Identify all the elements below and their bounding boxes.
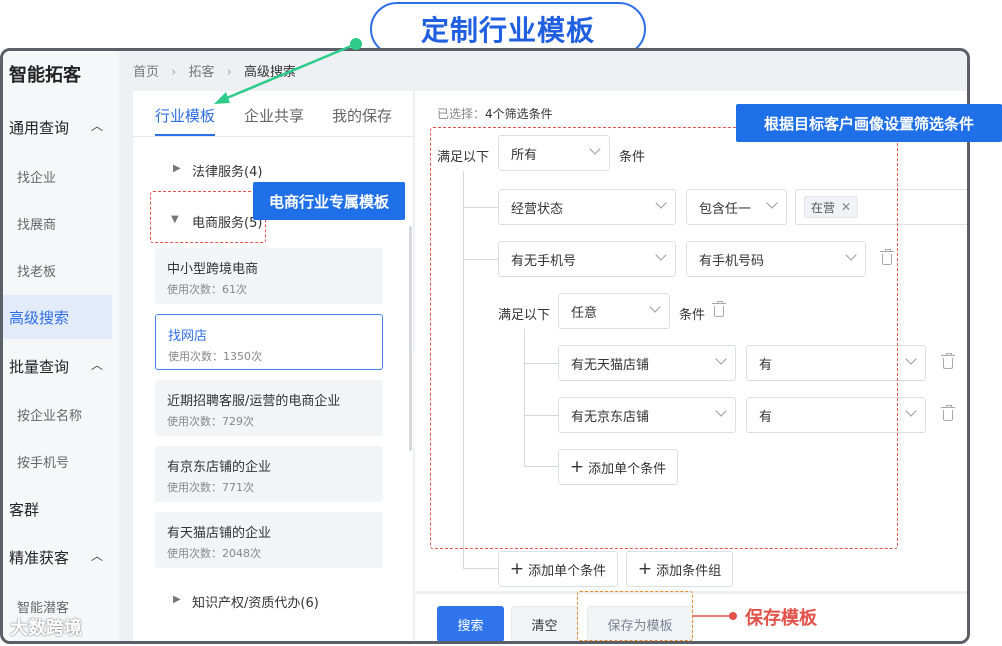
highlight-ecommerce-node (150, 191, 266, 243)
arrow-head-icon (214, 92, 230, 104)
highlight-save-template (577, 591, 693, 641)
callout-ecommerce-template: 电商行业专属模板 (253, 182, 405, 220)
watermark-text: 大数跨境 (10, 618, 82, 639)
watermark: 大数跨境 (10, 614, 82, 640)
connector-line (221, 42, 357, 102)
highlight-filter-area (430, 127, 898, 549)
connector-dot (729, 612, 737, 620)
callout-save-template: 保存模板 (745, 608, 817, 629)
connector-dot (350, 38, 362, 50)
callout-filter-conditions: 根据目标客户画像设置筛选条件 (736, 104, 1002, 142)
